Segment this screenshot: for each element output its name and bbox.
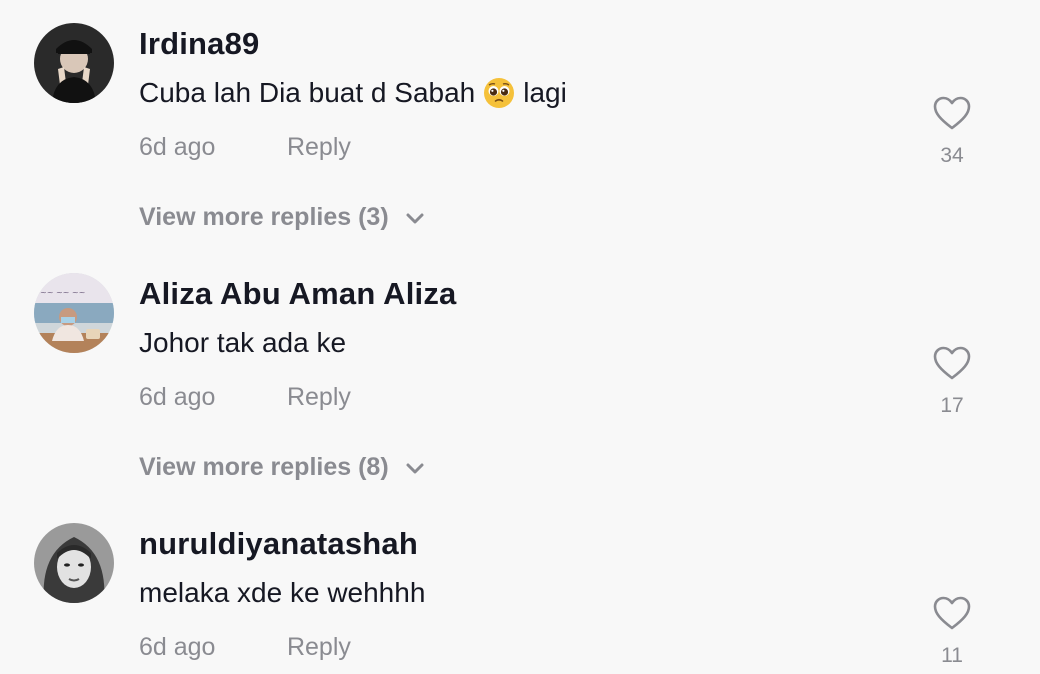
avatar-image	[34, 523, 114, 603]
avatar-image: ~~ ~~ ~~	[34, 273, 114, 353]
like-control: 34	[930, 95, 974, 175]
comment-text-before: Cuba lah Dia buat d Sabah	[139, 77, 476, 108]
comment-text: Cuba lah Dia buat d Sabah lagi	[139, 77, 567, 109]
like-control: 11	[930, 595, 974, 674]
username[interactable]: nuruldiyanatashah	[139, 526, 418, 562]
comment-text: Johor tak ada ke	[139, 327, 347, 358]
chevron-down-icon	[406, 213, 424, 223]
like-count: 34	[940, 144, 964, 167]
timestamp: 6d ago	[139, 383, 216, 411]
comment-meta: 6d ago Reply	[139, 133, 351, 162]
view-more-replies-button[interactable]: View more replies (3)	[139, 203, 427, 232]
reply-button[interactable]: Reply	[287, 133, 351, 162]
like-count: 17	[940, 394, 964, 417]
heart-icon[interactable]	[932, 345, 972, 381]
timestamp: 6d ago	[139, 633, 216, 661]
heart-icon[interactable]	[932, 595, 972, 631]
like-control: 17	[930, 345, 974, 425]
comment-meta: 6d ago Reply	[139, 633, 351, 662]
comment-text: melaka xde ke wehhhh	[139, 577, 426, 608]
view-more-replies-label: View more replies (8)	[139, 453, 389, 481]
like-count: 11	[941, 644, 963, 667]
heart-icon[interactable]	[932, 95, 972, 131]
comment-meta: 6d ago Reply	[139, 383, 351, 412]
timestamp: 6d ago	[139, 133, 216, 161]
view-more-replies-label: View more replies (3)	[139, 203, 389, 231]
avatar[interactable]	[34, 23, 114, 103]
avatar[interactable]	[34, 523, 114, 603]
reply-button[interactable]: Reply	[287, 633, 351, 662]
comment-text-after: lagi	[523, 77, 567, 108]
avatar-image	[34, 23, 114, 103]
avatar[interactable]: ~~ ~~ ~~	[34, 273, 114, 353]
username[interactable]: Aliza Abu Aman Aliza	[139, 276, 456, 312]
username[interactable]: Irdina89	[139, 26, 259, 62]
chevron-down-icon	[406, 463, 424, 473]
svg-text:~~ ~~ ~~: ~~ ~~ ~~	[40, 288, 85, 297]
reply-button[interactable]: Reply	[287, 383, 351, 412]
pleading-face-emoji-icon	[483, 77, 515, 109]
view-more-replies-button[interactable]: View more replies (8)	[139, 453, 427, 482]
